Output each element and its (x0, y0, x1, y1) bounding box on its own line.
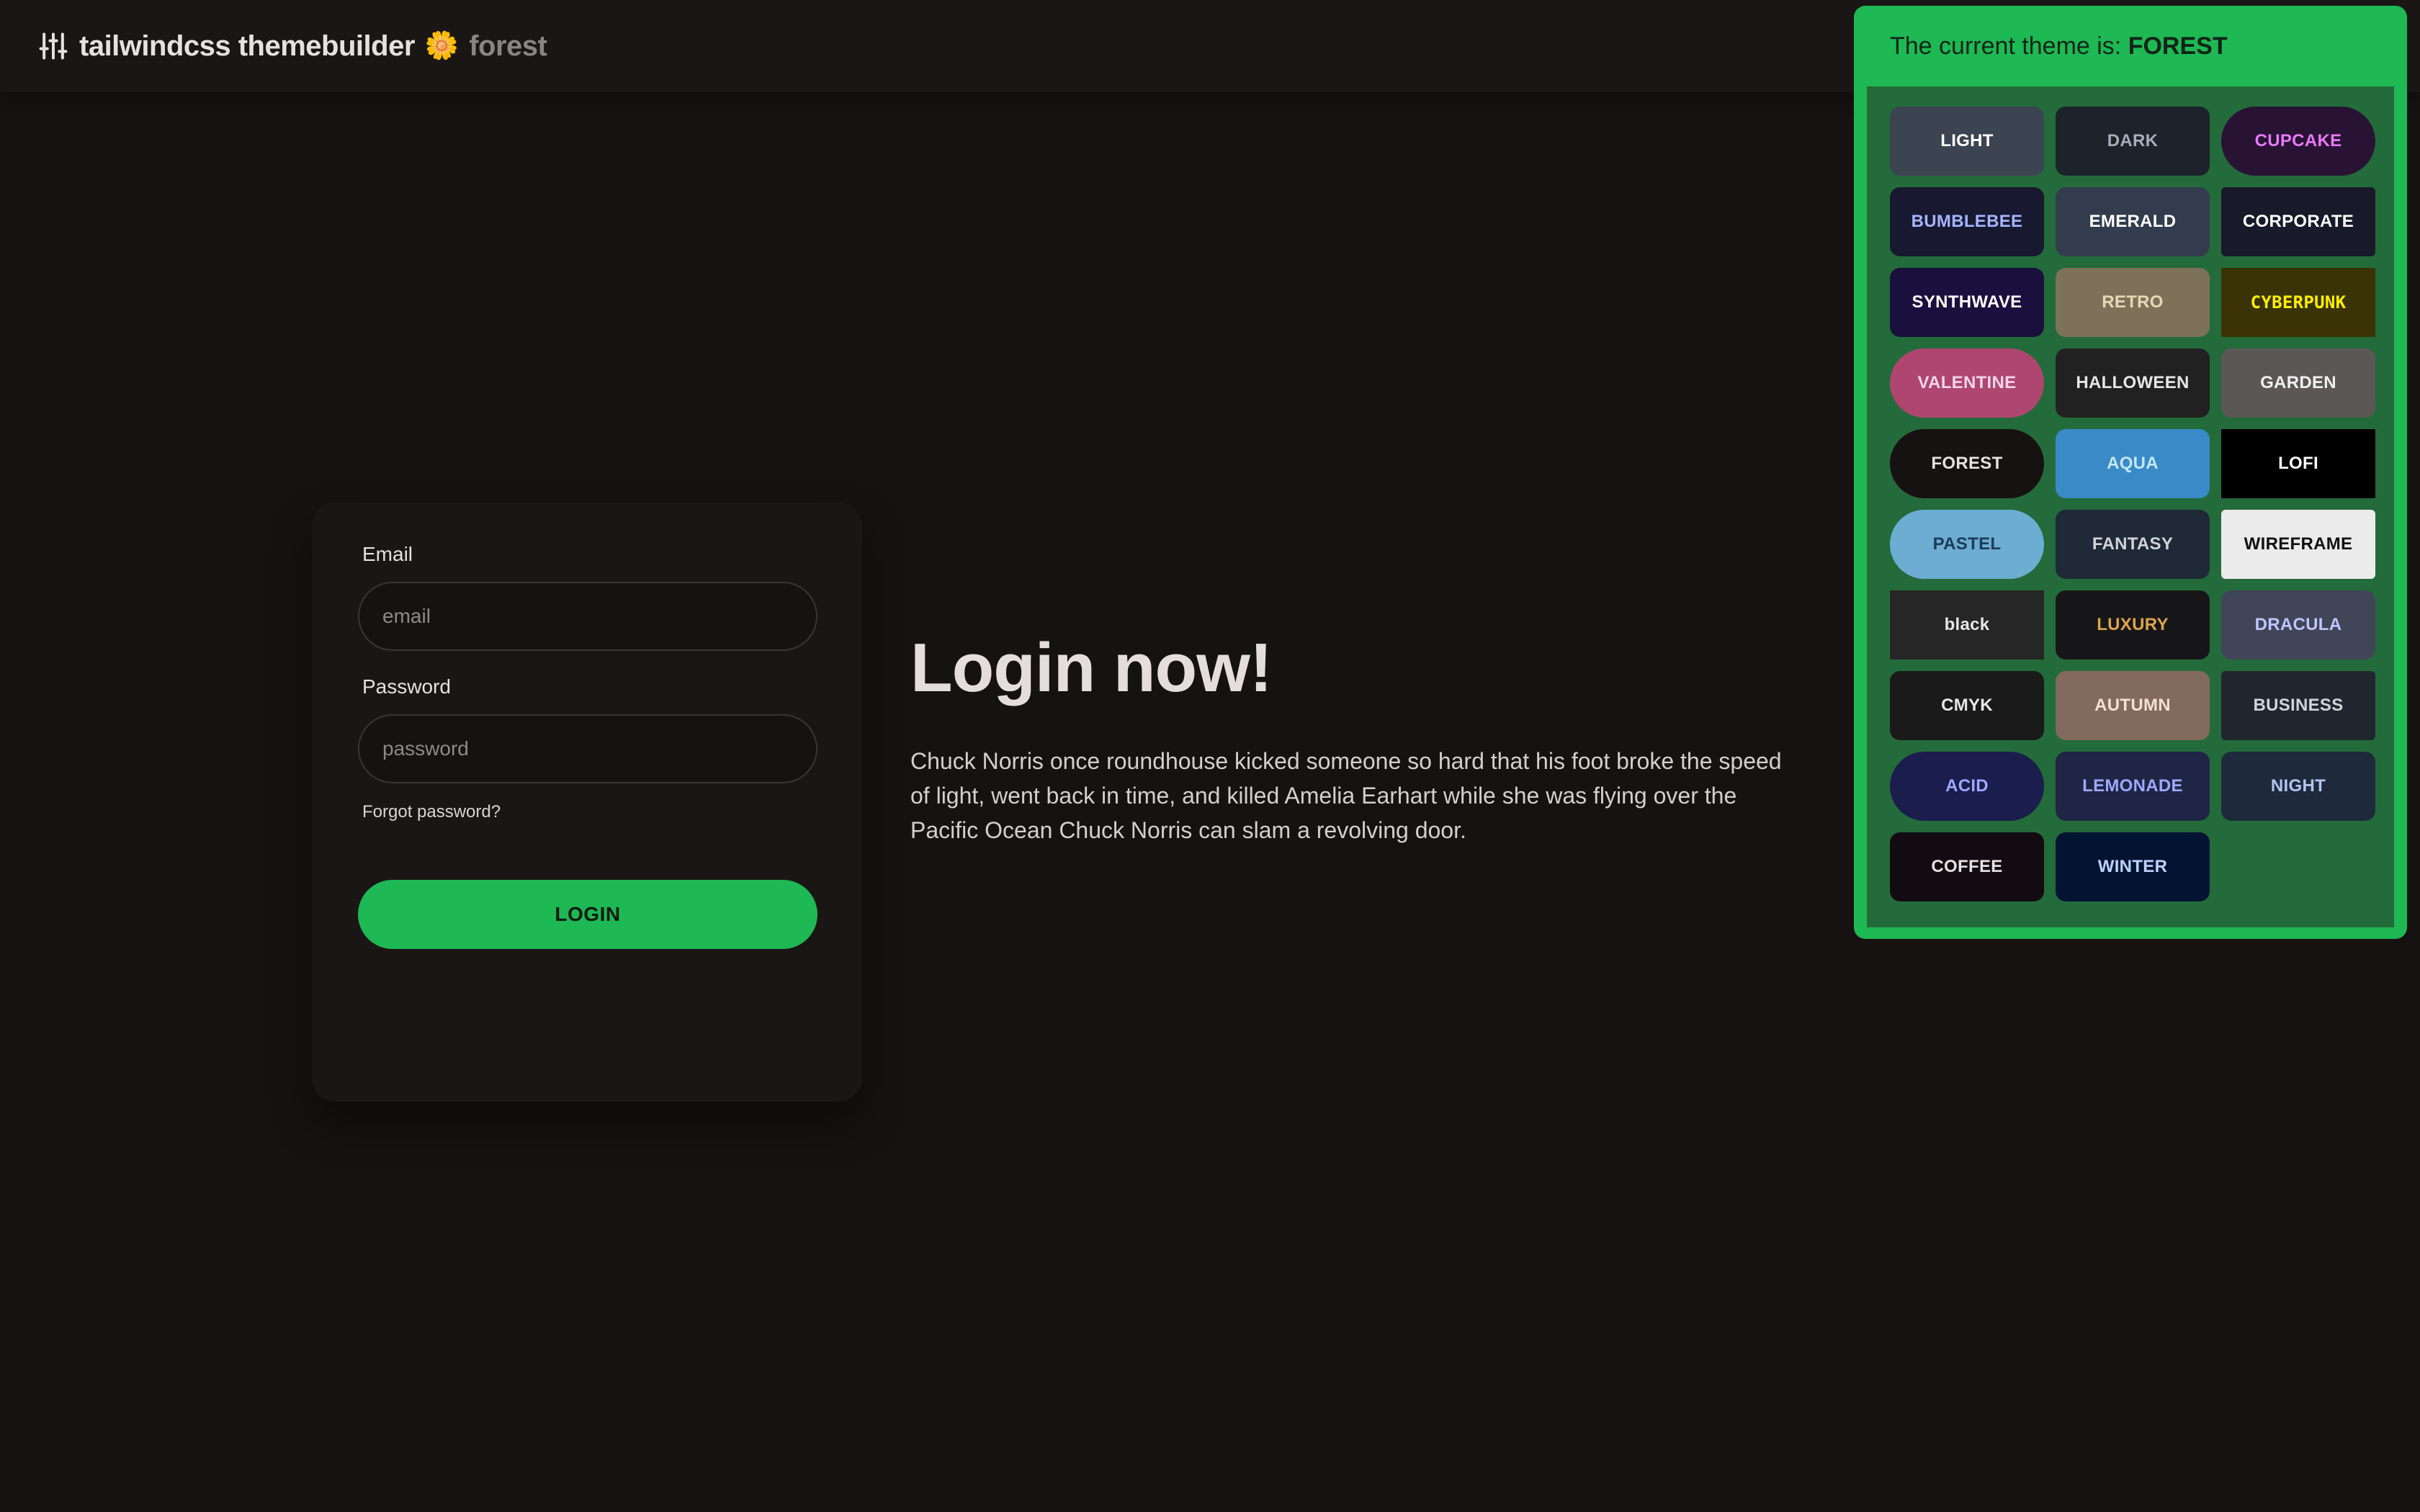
theme-button-garden[interactable]: GARDEN (2221, 348, 2375, 418)
theme-button-lemonade[interactable]: LEMONADE (2056, 752, 2210, 821)
theme-grid: LIGHT DARK CUPCAKE BUMBLEBEE EMERALD CORPORAT… (1867, 86, 2394, 927)
password-label: Password (362, 675, 451, 698)
brand-theme-name: forest (469, 30, 547, 62)
login-button[interactable]: LOGIN (358, 880, 817, 949)
theme-button-luxury[interactable]: LUXURY (2056, 590, 2210, 660)
theme-button-forest[interactable]: FOREST (1890, 429, 2044, 498)
theme-button-night[interactable]: NIGHT (2221, 752, 2375, 821)
theme-button-lofi[interactable]: LOFI (2221, 429, 2375, 498)
hero-body: Chuck Norris once roundhouse kicked some… (910, 748, 1782, 843)
theme-button-business[interactable]: BUSINESS (2221, 671, 2375, 740)
theme-button-retro[interactable]: RETRO (2056, 268, 2210, 337)
theme-button-cmyk[interactable]: CMYK (1890, 671, 2044, 740)
theme-button-emerald[interactable]: EMERALD (2056, 187, 2210, 256)
theme-button-autumn[interactable]: AUTUMN (2056, 671, 2210, 740)
theme-button-aqua[interactable]: AQUA (2056, 429, 2210, 498)
theme-panel: The current theme is: FOREST LIGHT DARK CU… (1854, 6, 2407, 939)
theme-button-pastel[interactable]: PASTEL (1890, 510, 2044, 579)
current-theme-name: FOREST (2128, 32, 2228, 60)
brand-title: tailwindcss themebuilder (79, 30, 415, 62)
theme-button-light[interactable]: LIGHT (1890, 107, 2044, 176)
login-card: Email Password Forgot password? LOGIN (312, 503, 862, 1102)
theme-button-valentine[interactable]: VALENTINE (1890, 348, 2044, 418)
theme-button-wireframe[interactable]: WIREFRAME (2221, 510, 2375, 579)
theme-button-fantasy[interactable]: FANTASY (2056, 510, 2210, 579)
forgot-password-link[interactable]: Forgot password? (362, 802, 501, 822)
email-input[interactable] (358, 582, 817, 651)
theme-button-bumblebee[interactable]: BUMBLEBEE (1890, 187, 2044, 256)
theme-button-corporate[interactable]: CORPORATE (2221, 187, 2375, 256)
theme-button-cupcake[interactable]: CUPCAKE (2221, 107, 2375, 176)
theme-button-dark[interactable]: DARK (2056, 107, 2210, 176)
password-input[interactable] (358, 714, 817, 783)
theme-button-synthwave[interactable]: SYNTHWAVE (1890, 268, 2044, 337)
theme-panel-header: The current theme is: FOREST (1854, 6, 2407, 86)
brand-link[interactable]: tailwindcss themebuilder 🌼 forest (37, 30, 547, 63)
password-field-group: Password (358, 675, 817, 783)
theme-prefix: The current theme is: (1890, 32, 2122, 60)
theme-button-halloween[interactable]: HALLOWEEN (2056, 348, 2210, 418)
page: tailwindcss themebuilder 🌼 forest Email … (0, 0, 2420, 1512)
email-field-group: Email (358, 543, 817, 651)
email-label: Email (362, 543, 413, 565)
theme-button-coffee[interactable]: COFFEE (1890, 832, 2044, 901)
theme-button-black[interactable]: black (1890, 590, 2044, 660)
hero-title: Login now! (910, 629, 1273, 706)
theme-button-cyberpunk[interactable]: CYBERPUNK (2221, 268, 2375, 337)
sliders-icon (37, 30, 69, 62)
theme-button-acid[interactable]: ACID (1890, 752, 2044, 821)
theme-button-dracula[interactable]: DRACULA (2221, 590, 2375, 660)
hero-content: Login now! Chuck Norris once roundhouse … (910, 629, 1811, 847)
theme-button-winter[interactable]: WINTER (2056, 832, 2210, 901)
flower-icon: 🌼 (424, 31, 460, 61)
